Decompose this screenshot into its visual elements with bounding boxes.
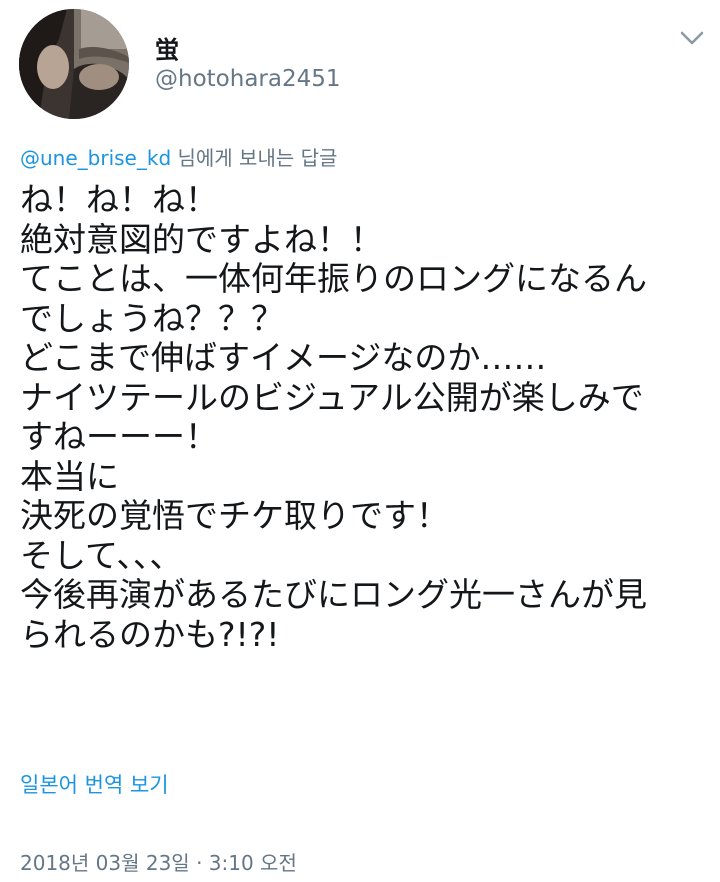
- reply-mention-link[interactable]: @une_brise_kd: [20, 146, 171, 170]
- tweet-text-line: そして、、、: [20, 535, 183, 575]
- tweet-text-line: でしょうね？？？: [20, 298, 284, 338]
- tweet-timestamp[interactable]: 2018년 03월 23일 · 3:10 오전: [20, 847, 297, 876]
- tweet-text-line: どこまで伸ばすイメージなのか……: [20, 338, 547, 377]
- tweet-text: ね！ね！ね！ 絶対意図的ですよね！！ てことは、一体何年振りのロングになるん で…: [20, 180, 710, 654]
- tweet-text-line: られるのかも?!?!: [20, 614, 280, 654]
- tweet-text-line: 本当に: [20, 456, 119, 496]
- tweet-text-line: すねーーー！: [20, 417, 218, 456]
- avatar[interactable]: [19, 9, 129, 119]
- reply-context: @une_brise_kd 님에게 보내는 답글: [20, 142, 337, 171]
- tweet-text-line: 絶対意図的ですよね！！: [20, 219, 383, 259]
- tweet-text-line: ナイツテールのビジュアル公開が楽しみで: [20, 377, 644, 417]
- tweet-text-line: 今後再演があるたびにロング光一さんが見: [20, 575, 647, 614]
- profile-photo-avatar: [19, 9, 129, 119]
- tweet-text-line: てことは、一体何年振りのロングになるん: [20, 259, 647, 298]
- tweet-text-line: 決死の覚悟でチケ取りです！: [20, 496, 449, 535]
- chevron-down-icon[interactable]: [678, 26, 706, 50]
- reply-suffix-text: 님에게 보내는 답글: [171, 146, 338, 170]
- translate-tweet-link[interactable]: 일본어 번역 보기: [20, 769, 169, 799]
- display-name[interactable]: 蛍: [155, 30, 179, 65]
- username[interactable]: @hotohara2451: [155, 66, 341, 92]
- tweet-card: 蛍 @hotohara2451 @une_brise_kd 님에게 보내는 답글…: [0, 0, 720, 882]
- tweet-text-line: ね！ね！ね！: [20, 180, 218, 219]
